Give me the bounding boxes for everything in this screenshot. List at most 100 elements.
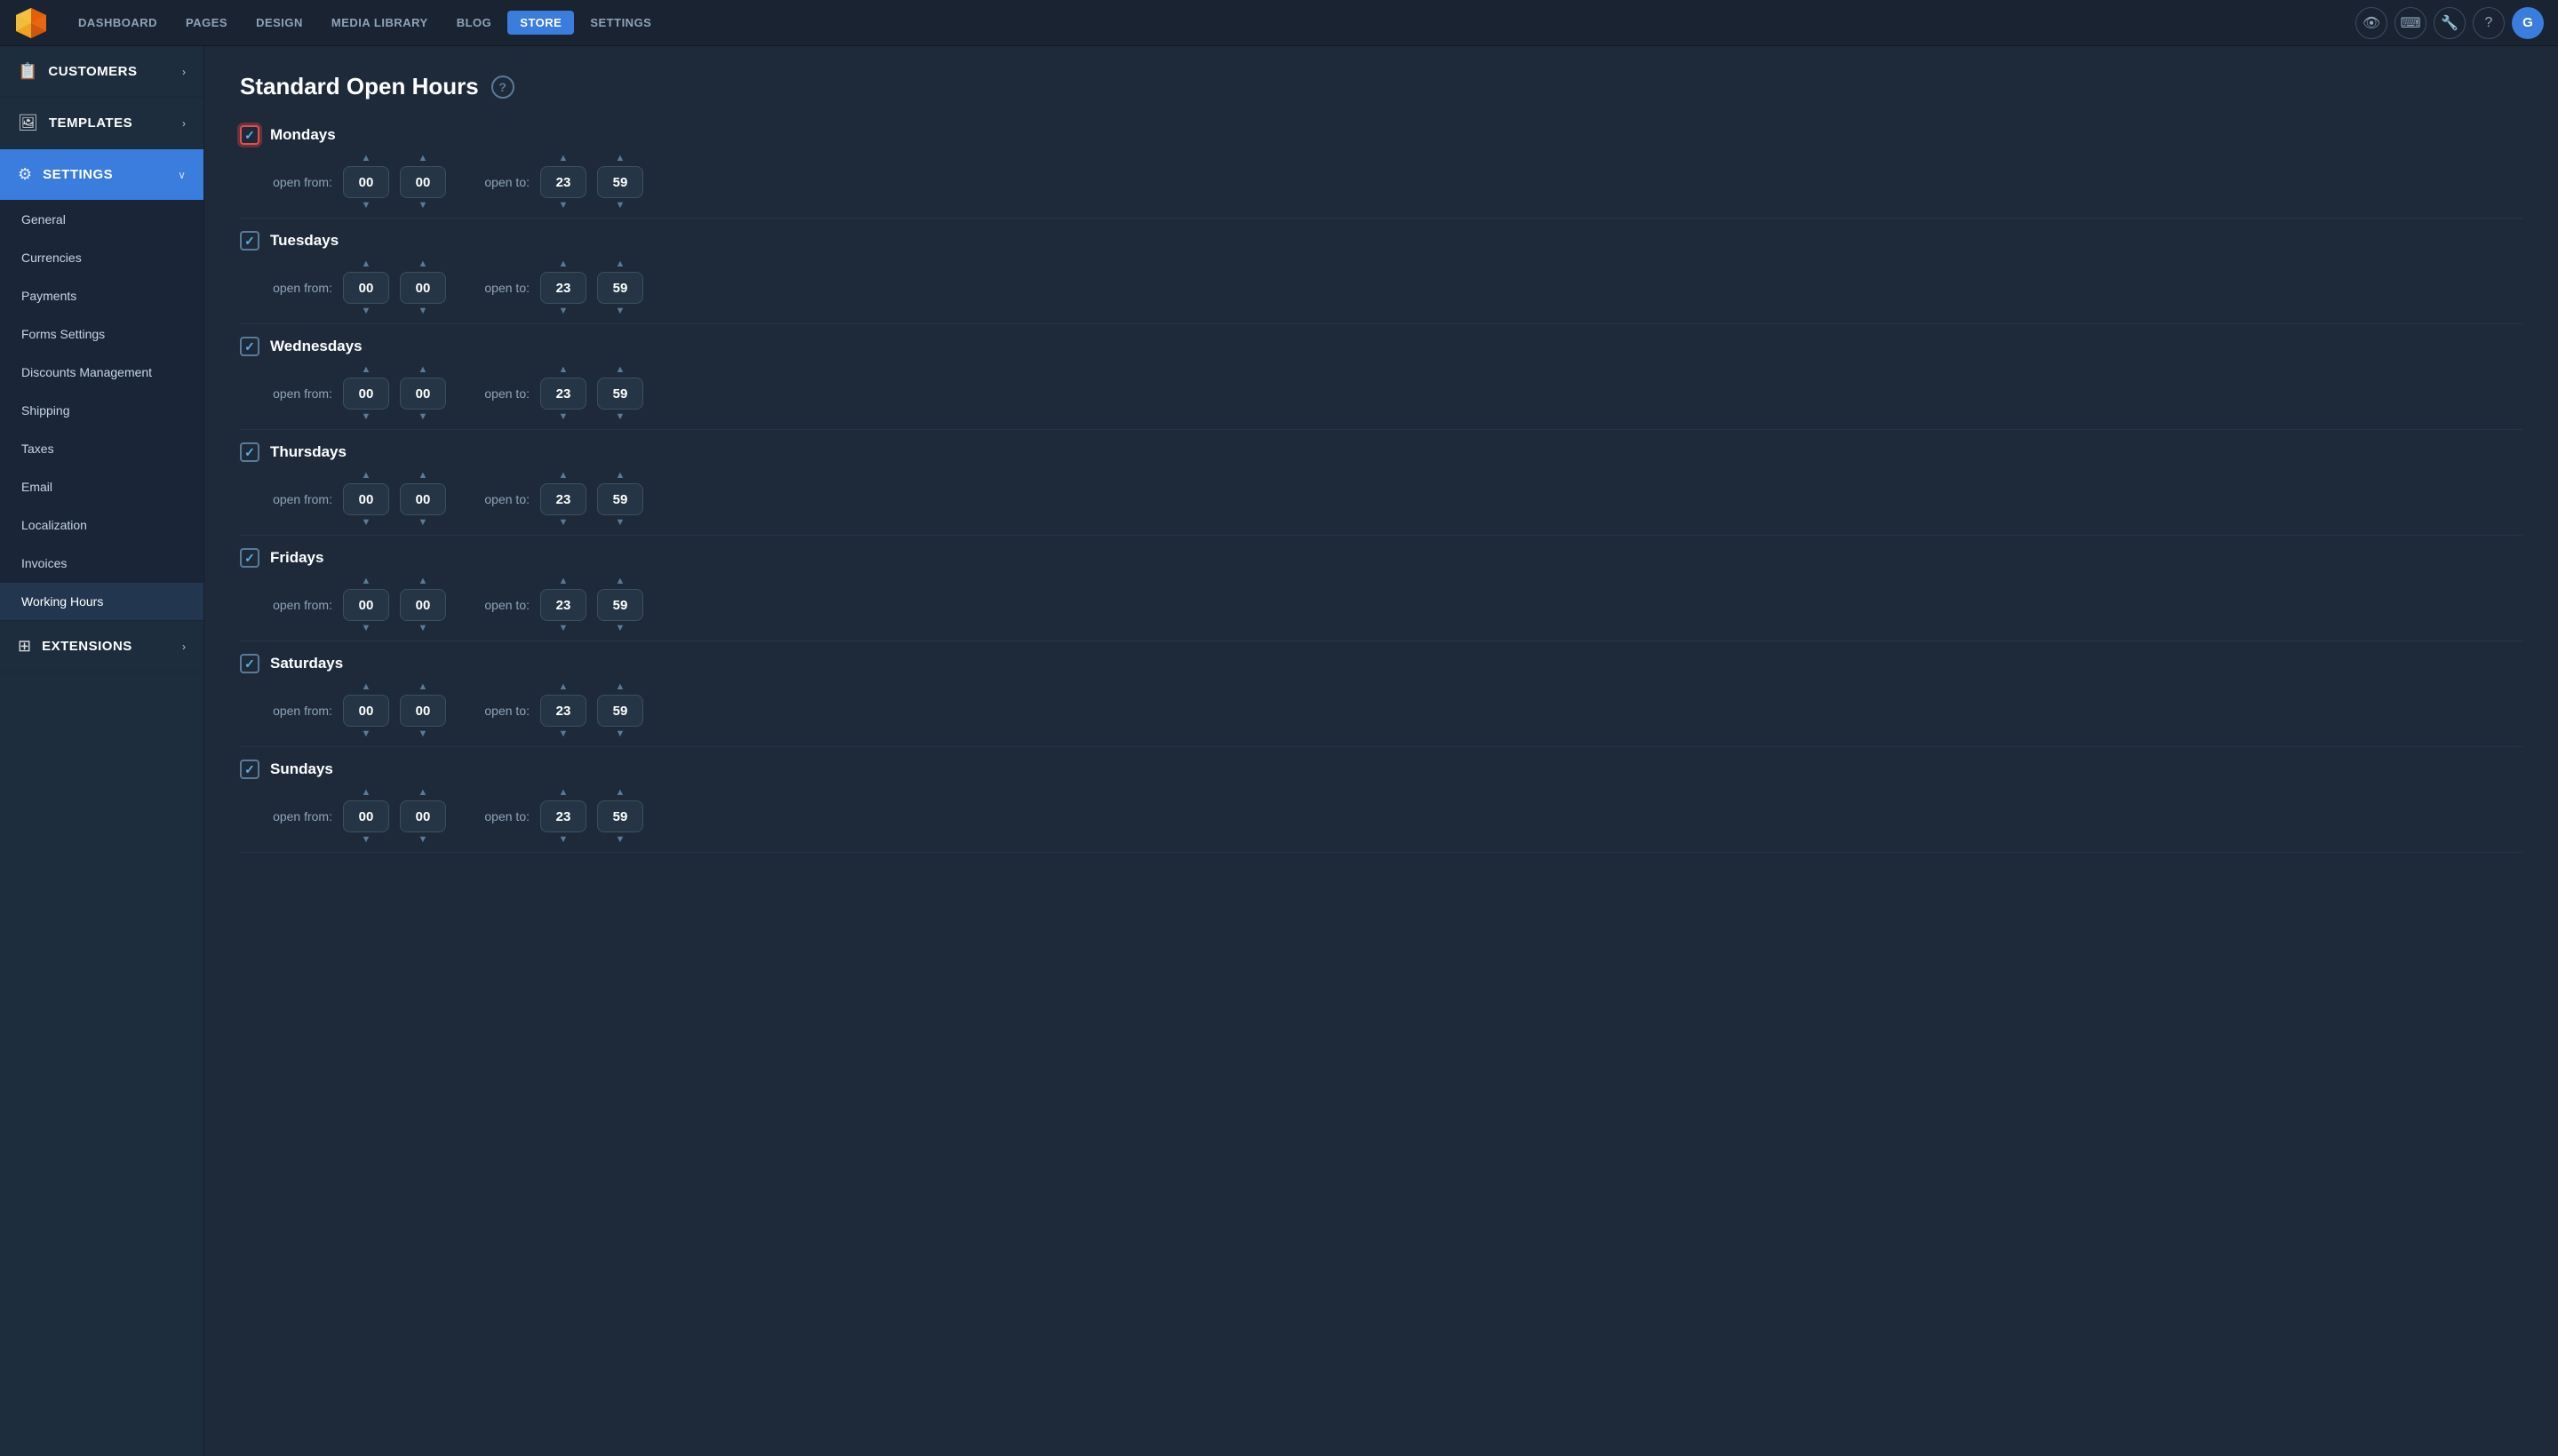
arrow-up-from-h-tuesdays[interactable]: ▲	[362, 259, 371, 269]
spinner-to-m-saturdays[interactable]: ▲ 59 ▼	[597, 682, 643, 739]
spinner-to-h-mondays[interactable]: ▲ 23 ▼	[540, 154, 586, 211]
arrow-up-from-m-wednesdays[interactable]: ▲	[418, 365, 428, 375]
arrow-up-from-m-sundays[interactable]: ▲	[418, 788, 428, 798]
arrow-up-to-m-saturdays[interactable]: ▲	[616, 682, 626, 692]
spinner-to-h-thursdays[interactable]: ▲ 23 ▼	[540, 471, 586, 528]
arrow-up-from-m-fridays[interactable]: ▲	[418, 577, 428, 586]
arrow-down-from-h-sundays[interactable]: ▼	[362, 835, 371, 845]
day-checkbox-thursdays[interactable]	[240, 442, 259, 462]
spinner-from-h-sundays[interactable]: ▲ 00 ▼	[343, 788, 389, 845]
arrow-up-to-m-fridays[interactable]: ▲	[616, 577, 626, 586]
nav-store[interactable]: STORE	[507, 11, 574, 35]
spinner-to-h-wednesdays[interactable]: ▲ 23 ▼	[540, 365, 586, 422]
spinner-from-h-mondays[interactable]: ▲ 00 ▼	[343, 154, 389, 211]
day-checkbox-sundays[interactable]	[240, 760, 259, 779]
spinner-from-h-thursdays[interactable]: ▲ 00 ▼	[343, 471, 389, 528]
submenu-invoices[interactable]: Invoices	[0, 545, 203, 583]
arrow-up-to-h-fridays[interactable]: ▲	[559, 577, 569, 586]
arrow-down-from-m-wednesdays[interactable]: ▼	[418, 412, 428, 422]
arrow-down-from-h-fridays[interactable]: ▼	[362, 624, 371, 633]
arrow-down-to-h-sundays[interactable]: ▼	[559, 835, 569, 845]
day-checkbox-wednesdays[interactable]	[240, 337, 259, 356]
spinner-from-m-mondays[interactable]: ▲ 00 ▼	[400, 154, 446, 211]
arrow-down-to-h-tuesdays[interactable]: ▼	[559, 306, 569, 316]
spinner-to-m-fridays[interactable]: ▲ 59 ▼	[597, 577, 643, 633]
submenu-discounts[interactable]: Discounts Management	[0, 354, 203, 392]
spinner-from-h-saturdays[interactable]: ▲ 00 ▼	[343, 682, 389, 739]
arrow-down-to-m-saturdays[interactable]: ▼	[616, 729, 626, 739]
spinner-to-h-sundays[interactable]: ▲ 23 ▼	[540, 788, 586, 845]
sidebar-item-templates[interactable]: 🖼 TEMPLATES ›	[0, 98, 203, 149]
nav-blog[interactable]: BLOG	[444, 11, 505, 35]
arrow-up-to-h-thursdays[interactable]: ▲	[559, 471, 569, 481]
arrow-down-from-m-tuesdays[interactable]: ▼	[418, 306, 428, 316]
spinner-to-m-thursdays[interactable]: ▲ 59 ▼	[597, 471, 643, 528]
nav-settings[interactable]: SETTINGS	[578, 11, 664, 35]
arrow-up-to-m-mondays[interactable]: ▲	[616, 154, 626, 163]
submenu-general[interactable]: General	[0, 201, 203, 239]
nav-dashboard[interactable]: DASHBOARD	[66, 11, 170, 35]
nav-media-library[interactable]: MEDIA LIBRARY	[319, 11, 441, 35]
tools-icon[interactable]: 🔧	[2434, 7, 2466, 39]
arrow-down-to-h-mondays[interactable]: ▼	[559, 201, 569, 211]
arrow-up-from-h-sundays[interactable]: ▲	[362, 788, 371, 798]
arrow-up-from-h-thursdays[interactable]: ▲	[362, 471, 371, 481]
submenu-currencies[interactable]: Currencies	[0, 239, 203, 277]
arrow-up-to-h-saturdays[interactable]: ▲	[559, 682, 569, 692]
submenu-localization[interactable]: Localization	[0, 506, 203, 545]
arrow-down-to-m-thursdays[interactable]: ▼	[616, 518, 626, 528]
day-checkbox-tuesdays[interactable]	[240, 231, 259, 251]
spinner-to-m-mondays[interactable]: ▲ 59 ▼	[597, 154, 643, 211]
spinner-to-m-tuesdays[interactable]: ▲ 59 ▼	[597, 259, 643, 316]
page-help-icon[interactable]: ?	[491, 76, 514, 99]
arrow-up-from-h-mondays[interactable]: ▲	[362, 154, 371, 163]
arrow-down-to-m-tuesdays[interactable]: ▼	[616, 306, 626, 316]
submenu-email[interactable]: Email	[0, 468, 203, 506]
submenu-payments[interactable]: Payments	[0, 277, 203, 315]
arrow-up-to-m-thursdays[interactable]: ▲	[616, 471, 626, 481]
help-icon[interactable]: ?	[2473, 7, 2505, 39]
preview-icon[interactable]: 👁	[2355, 7, 2387, 39]
arrow-down-to-m-wednesdays[interactable]: ▼	[616, 412, 626, 422]
spinner-to-h-saturdays[interactable]: ▲ 23 ▼	[540, 682, 586, 739]
sidebar-item-extensions[interactable]: ⊞ EXTENSIONS ›	[0, 621, 203, 672]
arrow-down-to-m-fridays[interactable]: ▼	[616, 624, 626, 633]
arrow-up-from-m-mondays[interactable]: ▲	[418, 154, 428, 163]
arrow-up-from-m-tuesdays[interactable]: ▲	[418, 259, 428, 269]
arrow-up-from-h-saturdays[interactable]: ▲	[362, 682, 371, 692]
arrow-down-to-m-sundays[interactable]: ▼	[616, 835, 626, 845]
spinner-from-m-tuesdays[interactable]: ▲ 00 ▼	[400, 259, 446, 316]
spinner-from-m-saturdays[interactable]: ▲ 00 ▼	[400, 682, 446, 739]
arrow-down-from-h-mondays[interactable]: ▼	[362, 201, 371, 211]
sidebar-item-settings[interactable]: ⚙ SETTINGS ∨	[0, 149, 203, 201]
sidebar-item-customers[interactable]: 📋 CUSTOMERS ›	[0, 46, 203, 98]
spinner-to-m-wednesdays[interactable]: ▲ 59 ▼	[597, 365, 643, 422]
submenu-taxes[interactable]: Taxes	[0, 430, 203, 468]
arrow-down-to-m-mondays[interactable]: ▼	[616, 201, 626, 211]
arrow-down-from-h-wednesdays[interactable]: ▼	[362, 412, 371, 422]
spinner-to-h-tuesdays[interactable]: ▲ 23 ▼	[540, 259, 586, 316]
spinner-from-m-wednesdays[interactable]: ▲ 00 ▼	[400, 365, 446, 422]
arrow-down-from-h-saturdays[interactable]: ▼	[362, 729, 371, 739]
spinner-from-h-fridays[interactable]: ▲ 00 ▼	[343, 577, 389, 633]
avatar[interactable]: G	[2512, 7, 2544, 39]
arrow-down-to-h-saturdays[interactable]: ▼	[559, 729, 569, 739]
spinner-to-m-sundays[interactable]: ▲ 59 ▼	[597, 788, 643, 845]
arrow-down-to-h-thursdays[interactable]: ▼	[559, 518, 569, 528]
arrow-up-to-m-sundays[interactable]: ▲	[616, 788, 626, 798]
day-checkbox-fridays[interactable]	[240, 548, 259, 568]
spinner-from-h-wednesdays[interactable]: ▲ 00 ▼	[343, 365, 389, 422]
logo[interactable]	[14, 6, 48, 40]
arrow-up-from-m-thursdays[interactable]: ▲	[418, 471, 428, 481]
arrow-down-from-m-saturdays[interactable]: ▼	[418, 729, 428, 739]
spinner-to-h-fridays[interactable]: ▲ 23 ▼	[540, 577, 586, 633]
day-checkbox-saturdays[interactable]	[240, 654, 259, 673]
arrow-up-to-h-tuesdays[interactable]: ▲	[559, 259, 569, 269]
arrow-up-to-m-tuesdays[interactable]: ▲	[616, 259, 626, 269]
arrow-up-from-m-saturdays[interactable]: ▲	[418, 682, 428, 692]
arrow-up-to-h-sundays[interactable]: ▲	[559, 788, 569, 798]
arrow-down-from-m-sundays[interactable]: ▼	[418, 835, 428, 845]
arrow-up-from-h-fridays[interactable]: ▲	[362, 577, 371, 586]
arrow-down-from-m-mondays[interactable]: ▼	[418, 201, 428, 211]
nav-pages[interactable]: PAGES	[173, 11, 240, 35]
